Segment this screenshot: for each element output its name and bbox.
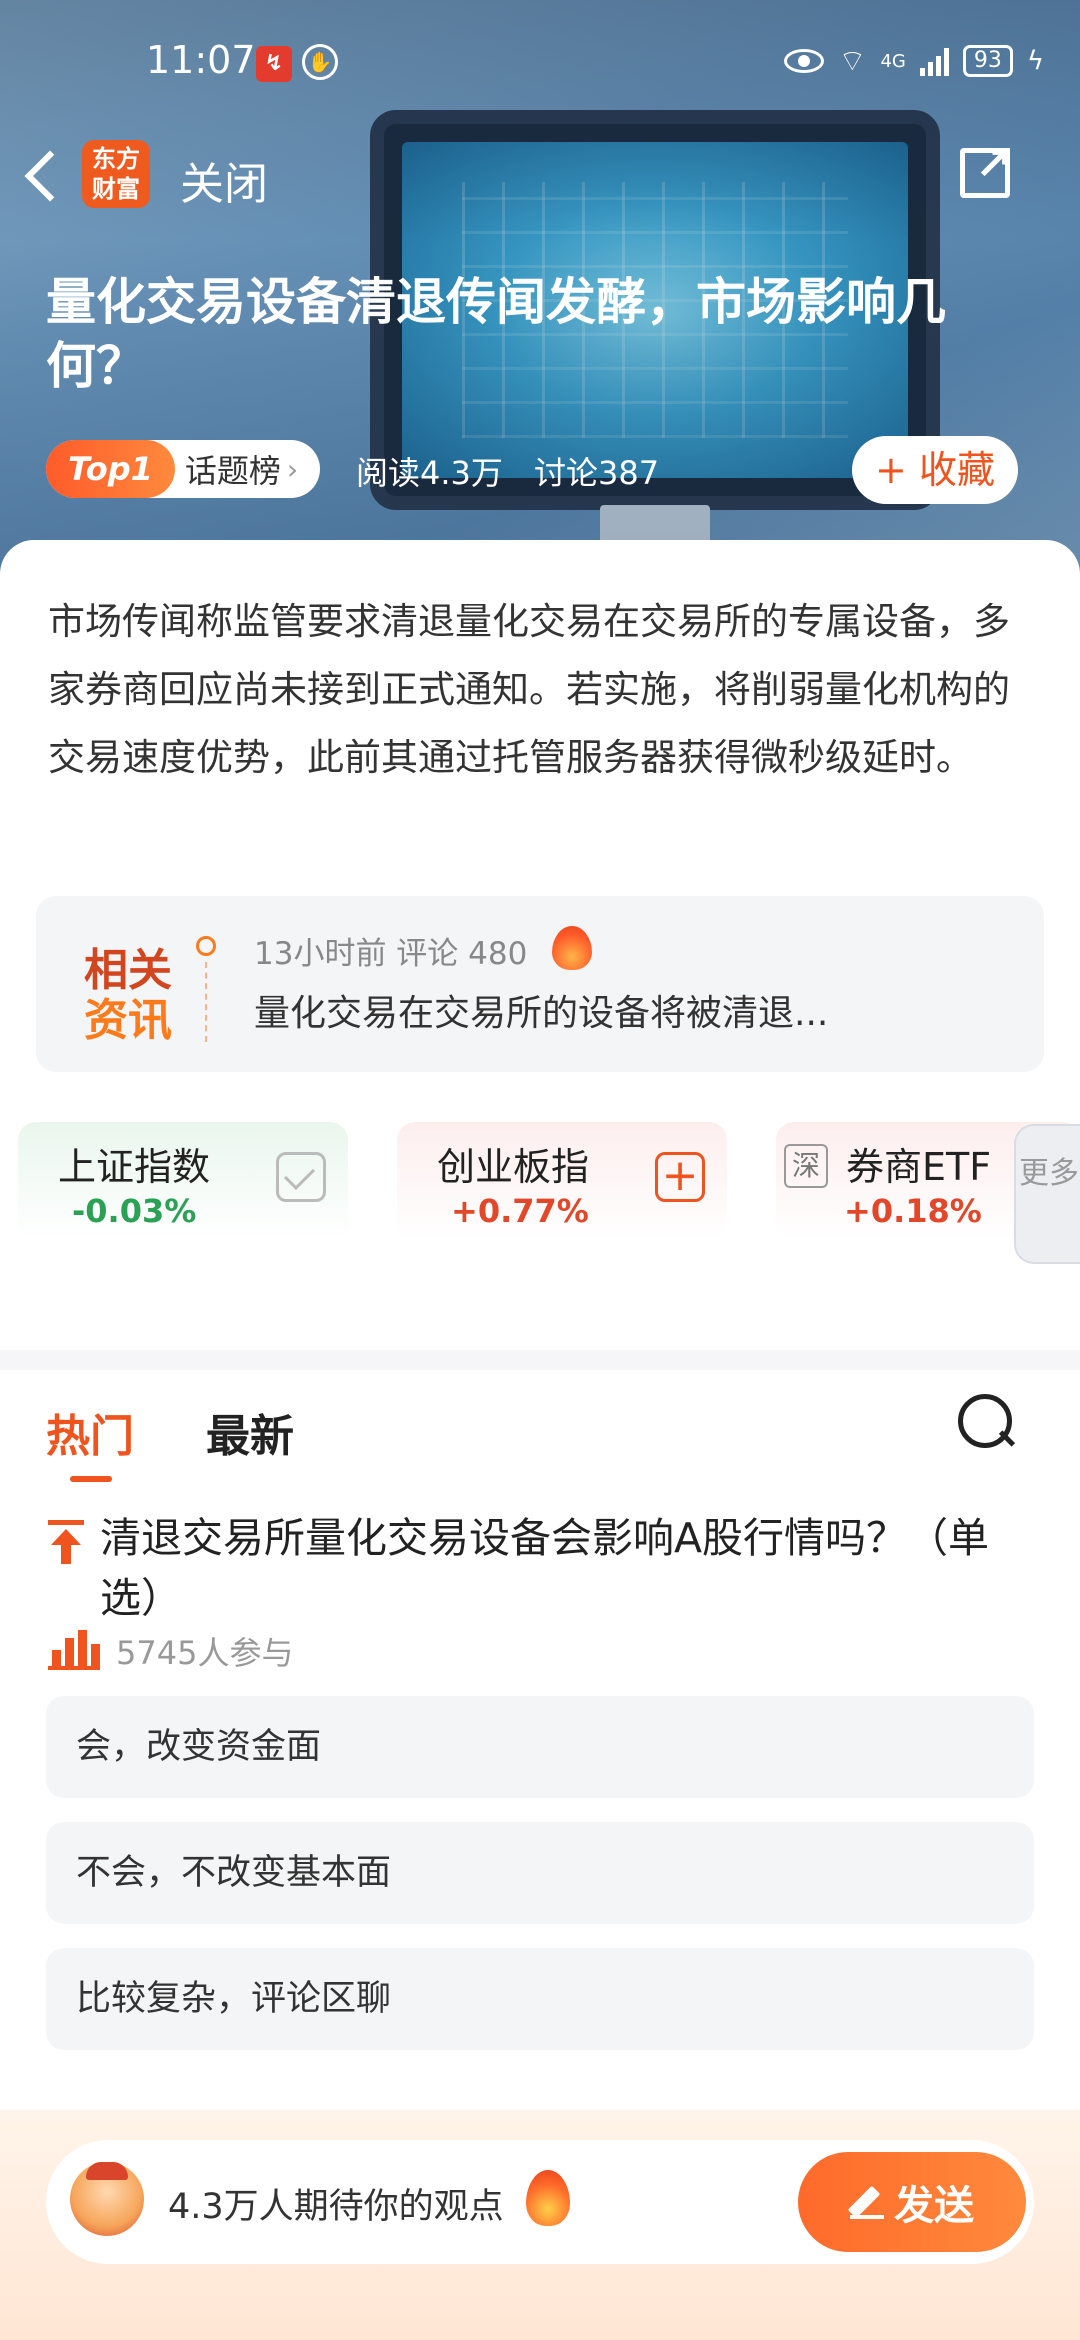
charging-icon: ϟ (1026, 46, 1044, 76)
section-divider (0, 1350, 1080, 1370)
poll-option[interactable]: 会，改变资金面 (46, 1696, 1034, 1798)
app-logo: 东方财富 (82, 140, 150, 208)
tab-latest[interactable]: 最新 (206, 1400, 294, 1464)
exchange-tag: 深 (784, 1144, 828, 1188)
topic-rank-label: 话题榜 (184, 452, 281, 490)
topic-rank-link[interactable]: Top1 话题榜 › (46, 440, 321, 498)
status-time: 11:07 (146, 38, 256, 82)
fire-icon (526, 2170, 570, 2226)
discussion-count: 讨论387 (534, 454, 660, 492)
poll-option[interactable]: 比较复杂，评论区聊 (46, 1948, 1034, 2050)
search-icon[interactable] (958, 1394, 1012, 1448)
index-card-sh[interactable]: 上证指数 -0.03% (18, 1122, 348, 1240)
share-icon[interactable] (960, 139, 1012, 198)
avatar (70, 2162, 144, 2236)
network-type: 4G (880, 50, 906, 72)
related-news-tag: 相关 资讯 (84, 945, 172, 1046)
poll-option[interactable]: 不会，不改变基本面 (46, 1822, 1034, 1924)
pin-top-icon (48, 1520, 84, 1564)
back-icon[interactable] (24, 148, 64, 208)
comment-bar[interactable]: 4.3万人期待你的观点 发送 (46, 2140, 1034, 2264)
more-indices-button[interactable]: 更多 (1014, 1124, 1080, 1264)
page-title: 量化交易设备清退传闻发酵，市场影响几何？ (46, 273, 946, 395)
pen-icon (850, 2185, 884, 2219)
related-news-headline: 量化交易在交易所的设备将被清退... (254, 993, 829, 1034)
summary-card: 市场传闻称监管要求清退量化交易在交易所的专属设备，多家券商回应尚未接到正式通知。… (0, 540, 1080, 870)
send-button[interactable]: 发送 (798, 2152, 1026, 2252)
fire-icon (552, 926, 592, 970)
active-tab-indicator (70, 1476, 112, 1482)
index-change: +0.77% (451, 1192, 589, 1230)
summary-text: 市场传闻称监管要求清退量化交易在交易所的专属设备，多家券商回应尚未接到正式通知。… (48, 600, 1010, 779)
signal-icon (919, 46, 949, 76)
top1-badge: Top1 (46, 440, 175, 498)
chevron-right-icon: › (286, 452, 299, 486)
comment-prompt[interactable]: 4.3万人期待你的观点 (168, 2178, 504, 2229)
status-bar: 11:07 ↯ ✋ ⌔ 4G 93 ϟ (0, 30, 1080, 100)
notification-app-icon: ↯ (256, 46, 292, 82)
battery-indicator: 93 (962, 45, 1013, 77)
related-news-meta: 13小时前 评论 480 (254, 936, 528, 972)
checkmark-icon[interactable] (276, 1152, 326, 1202)
collect-button[interactable]: + 收藏 (852, 436, 1018, 504)
read-count: 阅读4.3万 (356, 454, 503, 492)
index-change: -0.03% (72, 1192, 197, 1230)
hand-icon: ✋ (302, 44, 338, 80)
index-card-cyb[interactable]: 创业板指 +0.77% + (397, 1122, 727, 1240)
bar-chart-icon (48, 1626, 100, 1670)
index-change: +0.18% (844, 1192, 982, 1230)
wifi-icon: ⌔ (838, 44, 867, 79)
timeline-line (205, 962, 207, 1042)
tab-hot[interactable]: 热门 (46, 1400, 134, 1464)
add-watch-icon[interactable]: + (655, 1152, 705, 1202)
poll-question: 清退交易所量化交易设备会影响A股行情吗？（单选） (100, 1514, 990, 1622)
send-label: 发送 (894, 2183, 974, 2229)
related-news-card[interactable]: 相关 资讯 13小时前 评论 480 量化交易在交易所的设备将被清退... (36, 896, 1044, 1072)
poll-participants: 5745人参与 (116, 1634, 294, 1672)
index-name: 券商ETF (846, 1145, 992, 1189)
index-name: 创业板指 (437, 1145, 590, 1189)
timeline-dot (196, 936, 216, 956)
index-name: 上证指数 (58, 1145, 211, 1189)
eye-icon (784, 49, 825, 73)
close-button[interactable]: 关闭 (180, 148, 268, 212)
